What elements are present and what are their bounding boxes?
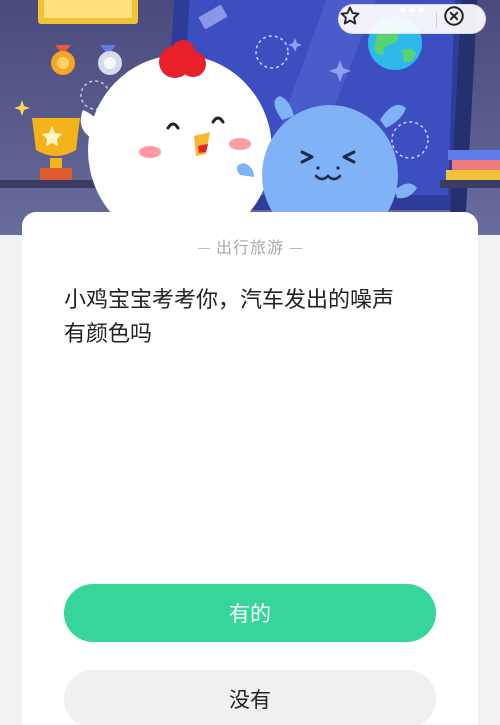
star-outline-icon [340, 6, 360, 25]
answer-no-button[interactable]: 没有 [64, 670, 436, 725]
mini-program-capsule [338, 4, 486, 34]
question-card: 出行旅游 小鸡宝宝考考你，汽车发出的噪声 有颜色吗 有的 没有 [22, 212, 478, 725]
answer-no-label: 没有 [229, 688, 271, 712]
banner-art [0, 0, 500, 235]
answer-yes-button[interactable]: 有的 [64, 584, 436, 642]
category-label: 出行旅游 [22, 234, 478, 258]
right-dash [290, 248, 302, 249]
question-text: 小鸡宝宝考考你，汽车发出的噪声 有颜色吗 [64, 288, 395, 347]
quiz-page: 出行旅游 小鸡宝宝考考你，汽车发出的噪声 有颜色吗 有的 没有 [0, 0, 500, 725]
left-dash [197, 248, 210, 249]
more-button[interactable] [399, 5, 433, 35]
close-button[interactable] [443, 5, 483, 35]
category-text: 出行旅游 [215, 238, 284, 257]
favorite-button[interactable] [339, 5, 373, 35]
header-illustration [0, 0, 500, 235]
answer-yes-label: 有的 [229, 602, 271, 626]
three-dots-icon [400, 7, 424, 13]
close-circle-icon [444, 6, 464, 26]
capsule-divider [436, 12, 437, 28]
